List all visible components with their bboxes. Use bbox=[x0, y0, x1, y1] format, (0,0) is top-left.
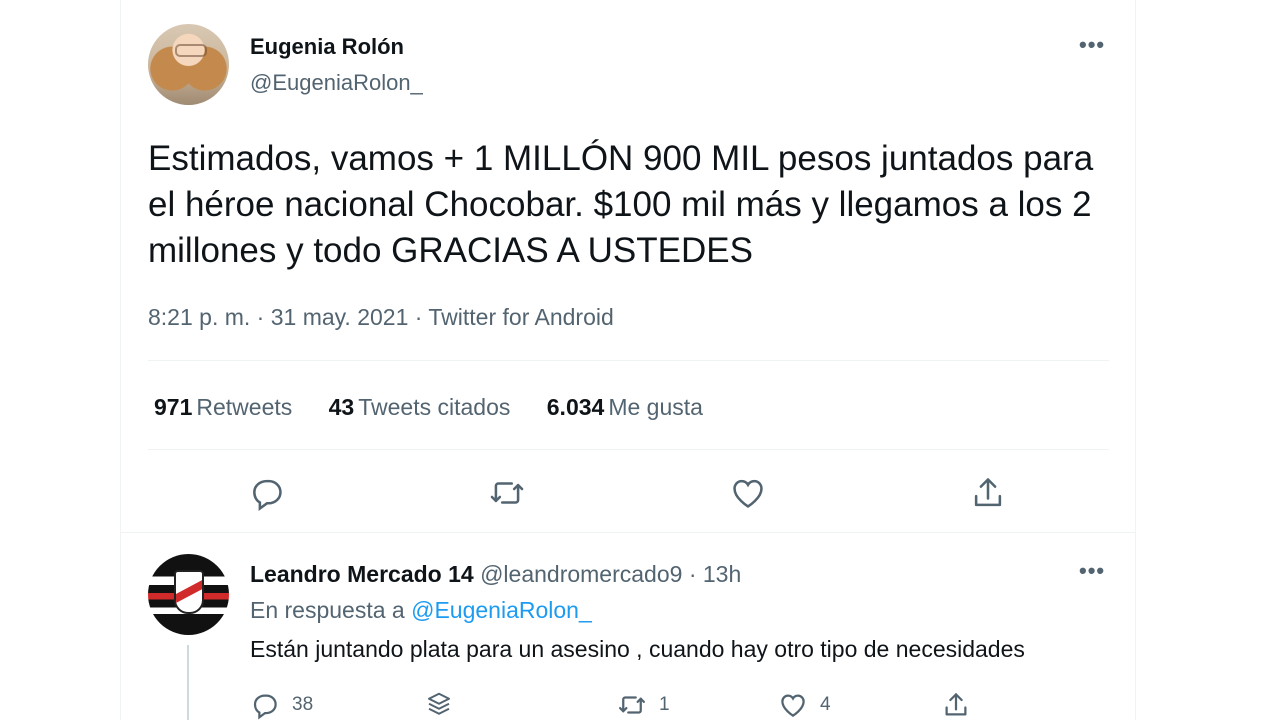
share-icon[interactable] bbox=[969, 474, 1007, 512]
author-avatar[interactable] bbox=[148, 24, 229, 105]
timeline-column: Eugenia Rolón @EugeniaRolon_ ••• Estimad… bbox=[120, 0, 1136, 720]
tweet-stats: 971 Retweets 43 Tweets citados 6.034 Me gus… bbox=[154, 394, 733, 421]
reply-to-line: En respuesta a @EugeniaRolon_ bbox=[250, 597, 592, 624]
like-icon[interactable] bbox=[729, 474, 767, 512]
main-tweet[interactable]: Eugenia Rolón @EugeniaRolon_ ••• Estimad… bbox=[121, 0, 1136, 533]
retweet-icon[interactable] bbox=[488, 474, 526, 512]
reply-to-prefix: En respuesta a bbox=[250, 597, 405, 623]
reply-action-stack[interactable] bbox=[424, 690, 454, 720]
share-icon bbox=[945, 693, 967, 716]
reply-to-handle[interactable]: @EugeniaRolon_ bbox=[411, 597, 592, 623]
reply-action-share[interactable] bbox=[941, 690, 971, 720]
reply-icon[interactable] bbox=[248, 474, 286, 512]
author-name[interactable]: Eugenia Rolón bbox=[250, 34, 404, 60]
reply-actions: 38 1 4 bbox=[121, 690, 1136, 720]
reply-action-like[interactable]: 4 bbox=[778, 690, 831, 720]
tweet-actions bbox=[121, 474, 1136, 514]
stat-quote-tweets[interactable]: 43 Tweets citados bbox=[329, 394, 511, 420]
reply-action-reply[interactable]: 38 bbox=[250, 690, 313, 720]
reply-count: 38 bbox=[292, 694, 314, 715]
reply-action-retweet[interactable]: 1 bbox=[617, 690, 670, 720]
divider bbox=[148, 360, 1109, 361]
like-count: 4 bbox=[820, 694, 831, 715]
retweet-icon bbox=[619, 696, 645, 714]
like-icon bbox=[781, 694, 805, 717]
reply-time[interactable]: · 13h bbox=[689, 561, 741, 587]
tweet-text: Estimados, vamos + 1 MILLÓN 900 MIL peso… bbox=[148, 139, 1094, 270]
tweet-meta[interactable]: 8:21 p. m. · 31 may. 2021 · Twitter for … bbox=[148, 304, 614, 331]
divider bbox=[148, 449, 1109, 450]
reply-header: Leandro Mercado 14 @leandromercado9 · 13… bbox=[250, 561, 741, 588]
reply-author-name[interactable]: Leandro Mercado 14 bbox=[250, 561, 474, 587]
stat-retweets[interactable]: 971 Retweets bbox=[154, 394, 292, 420]
author-handle[interactable]: @EugeniaRolon_ bbox=[250, 70, 423, 96]
more-icon[interactable]: ••• bbox=[1079, 558, 1105, 584]
reply-avatar[interactable] bbox=[148, 554, 229, 635]
reply-icon bbox=[253, 694, 277, 720]
retweet-count: 1 bbox=[659, 694, 670, 715]
stat-likes[interactable]: 6.034 Me gusta bbox=[547, 394, 703, 420]
reply-text: Están juntando plata para un asesino , c… bbox=[250, 636, 1025, 662]
stack-icon bbox=[428, 692, 450, 715]
reply-tweet[interactable]: Leandro Mercado 14 @leandromercado9 · 13… bbox=[121, 534, 1136, 720]
more-icon[interactable]: ••• bbox=[1079, 32, 1105, 58]
club-crest-icon bbox=[174, 570, 204, 614]
reply-author-handle[interactable]: @leandromercado9 bbox=[480, 561, 682, 587]
